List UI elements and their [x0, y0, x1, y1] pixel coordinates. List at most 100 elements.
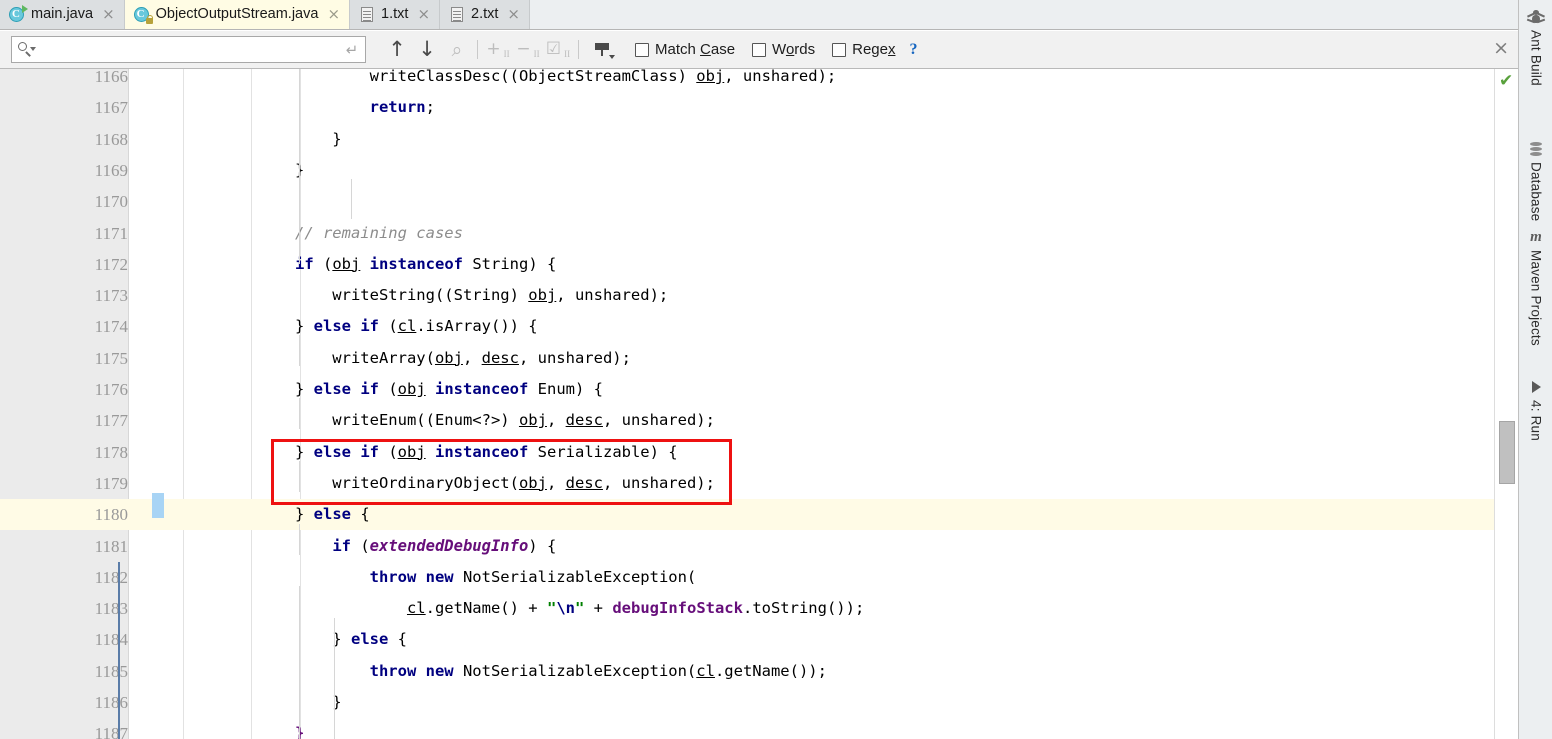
code-token: + — [584, 599, 613, 618]
code-text: // remaining cases — [183, 218, 463, 249]
code-line[interactable]: 1172 if (obj instanceof String) { — [0, 249, 1518, 280]
line-number: 1182 — [94, 567, 128, 587]
code-token: .getName()); — [714, 661, 827, 680]
editor-tab-1-txt[interactable]: 1.txt × — [350, 0, 441, 29]
close-icon[interactable]: × — [417, 7, 430, 22]
vertical-scrollbar-thumb[interactable] — [1499, 421, 1515, 484]
code-line[interactable]: 1183 cl.getName() + "\n" + debugInfoStac… — [0, 593, 1518, 624]
code-token: desc — [481, 348, 519, 367]
sidebar-item-label: 4: Run — [1528, 400, 1544, 441]
checkbox-box[interactable] — [635, 42, 649, 57]
code-token: } — [183, 693, 342, 711]
select-all-occurrences-icon[interactable]: ☑ II — [543, 35, 573, 65]
code-token: desc — [565, 411, 603, 430]
remove-occurrence-glyph: − — [516, 39, 531, 59]
add-occurrence-glyph: + — [486, 39, 501, 59]
toolbar-divider — [578, 40, 579, 59]
code-line[interactable]: 1174 } else if (cl.isArray()) { — [0, 311, 1518, 342]
java-class-readonly-icon: C — [133, 6, 154, 24]
line-number: 1181 — [94, 536, 128, 556]
code-token: { — [388, 630, 407, 649]
code-editor[interactable]: 1166 writeClassDesc((ObjectStreamClass) … — [0, 69, 1518, 739]
code-line[interactable]: 1173 writeString((String) obj, unshared)… — [0, 280, 1518, 311]
code-text: throw new NotSerializableException( — [183, 562, 697, 593]
code-token: , — [462, 348, 482, 367]
occurrence-subscript: II — [533, 49, 540, 59]
indent-guide — [299, 524, 300, 555]
close-icon[interactable]: × — [327, 7, 340, 22]
code-token: obj — [332, 254, 361, 273]
sidebar-item-maven-projects[interactable]: m Maven Projects — [1519, 228, 1552, 346]
search-input[interactable] — [38, 38, 339, 61]
sidebar-item-label: Ant Build — [1528, 30, 1544, 86]
sidebar-item-database[interactable]: Database — [1519, 140, 1552, 221]
find-next-arrow-down-icon[interactable]: ↓ — [412, 35, 442, 65]
code-line[interactable]: 1169 } — [0, 155, 1518, 186]
code-line[interactable]: 1168 } — [0, 124, 1518, 155]
maven-m-icon: m — [1530, 229, 1542, 245]
regex-checkbox[interactable]: Regex — [832, 41, 895, 58]
code-line[interactable]: 1167 return; — [0, 92, 1518, 123]
close-icon[interactable]: × — [507, 7, 520, 22]
ant-bug-icon — [1526, 8, 1546, 26]
editor-tab-objectoutputstream-java[interactable]: C ObjectOutputStream.java × — [124, 0, 351, 29]
line-number: 1173 — [94, 286, 128, 306]
sidebar-item-run[interactable]: 4: Run — [1519, 378, 1552, 441]
code-line[interactable]: 1177 writeEnum((Enum<?>) obj, desc, unsh… — [0, 405, 1518, 436]
editor-tab-2-txt[interactable]: 2.txt × — [440, 0, 530, 29]
code-text: } — [183, 155, 304, 186]
code-text: } else if (obj instanceof Enum) { — [183, 374, 603, 405]
line-number: 1179 — [94, 473, 128, 493]
words-checkbox[interactable]: Words — [752, 41, 815, 58]
code-line[interactable]: 1166 writeClassDesc((ObjectStreamClass) … — [0, 69, 1518, 92]
code-line[interactable]: 1181 if (extendedDebugInfo) { — [0, 531, 1518, 562]
find-previous-arrow-up-icon[interactable]: ↑ — [382, 35, 412, 65]
code-line[interactable]: 1179 writeOrdinaryObject(obj, desc, unsh… — [0, 468, 1518, 499]
line-number: 1169 — [94, 160, 128, 180]
sidebar-item-label: Database — [1528, 162, 1544, 222]
code-text: throw new NotSerializableException(cl.ge… — [183, 656, 827, 687]
close-icon[interactable]: × — [102, 7, 115, 22]
code-token: , — [546, 411, 566, 430]
code-token: instanceof — [369, 254, 463, 273]
sidebar-item-ant-build[interactable]: Ant Build — [1519, 8, 1552, 86]
editor-analysis-strip[interactable]: ✔ — [1494, 69, 1518, 739]
code-token: NotSerializableException( — [453, 661, 697, 680]
remove-occurrence-icon[interactable]: − II — [513, 35, 543, 65]
indent-guide — [299, 586, 300, 739]
code-line[interactable]: 1186 } — [0, 687, 1518, 718]
code-text: writeArray(obj, desc, unshared); — [183, 343, 631, 374]
code-token: throw new — [369, 567, 454, 586]
code-line[interactable]: 1170 — [0, 186, 1518, 217]
code-token: writeString((String) — [183, 286, 529, 305]
code-line[interactable]: 1171 // remaining cases — [0, 218, 1518, 249]
code-token: , unshared); — [556, 286, 669, 305]
code-line[interactable]: 1187 } — [0, 718, 1518, 739]
code-fold-region-line[interactable] — [118, 562, 120, 739]
code-line[interactable]: 1180 } else { — [0, 499, 1518, 531]
code-token: obj — [397, 380, 426, 398]
search-field-wrapper[interactable]: ↵ — [11, 36, 366, 63]
match-case-checkbox[interactable]: Match Case — [635, 41, 735, 58]
add-occurrence-icon[interactable]: + II — [483, 35, 513, 65]
checkbox-box[interactable] — [832, 42, 847, 57]
find-all-icon[interactable]: ⌕ — [442, 35, 472, 65]
code-line[interactable]: 1176 } else if (obj instanceof Enum) { — [0, 374, 1518, 405]
code-line[interactable]: 1175 writeArray(obj, desc, unshared); — [0, 343, 1518, 374]
inspection-ok-check-icon[interactable]: ✔ — [1499, 73, 1513, 90]
search-icon[interactable] — [12, 37, 38, 62]
code-line[interactable]: 1185 throw new NotSerializableException(… — [0, 656, 1518, 687]
code-line[interactable]: 1184 } else { — [0, 624, 1518, 655]
code-token: obj — [518, 473, 547, 492]
help-link[interactable]: ? — [909, 41, 917, 59]
code-text: cl.getName() + "\n" + debugInfoStack.toS… — [183, 593, 864, 624]
close-find-toolbar-icon[interactable]: × — [1493, 39, 1509, 58]
checkbox-box[interactable] — [752, 42, 767, 57]
editor-tab-main-java[interactable]: C main.java × — [0, 0, 125, 29]
code-line[interactable]: 1182 throw new NotSerializableException( — [0, 562, 1518, 593]
code-token: else — [313, 505, 351, 524]
filter-funnel-dropdown-icon[interactable] — [588, 35, 618, 65]
code-line[interactable]: 1178 } else if (obj instanceof Serializa… — [0, 437, 1518, 468]
